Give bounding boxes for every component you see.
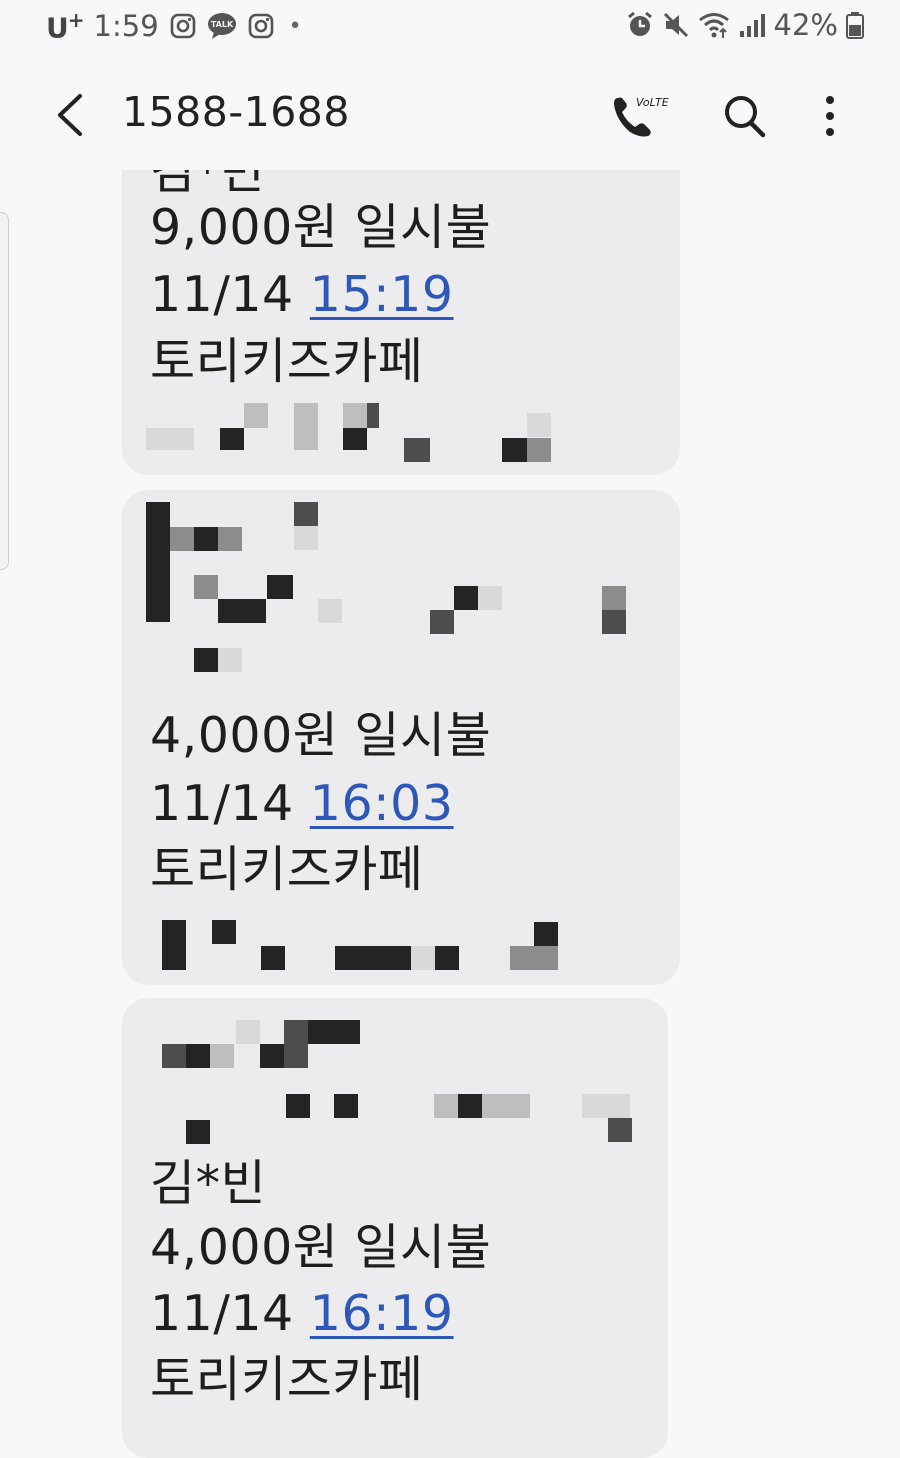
signal-icon [739, 14, 765, 37]
more-vert-icon[interactable] [812, 92, 848, 142]
alarm-icon [627, 11, 652, 36]
message-amount: 4,000원 일시불 [150, 1219, 492, 1276]
message-bubble[interactable]: 김*빈 4,000원 일시불 11/14 16:19 토리키즈카페 [122, 998, 668, 1458]
edge-panel-handle[interactable] [0, 212, 9, 570]
instagram-icon [170, 13, 195, 39]
message-amount: 4,000원 일시불 [150, 707, 492, 764]
message-merchant: 토리키즈카페 [150, 841, 424, 898]
message-merchant: 토리키즈카페 [150, 1351, 424, 1408]
message-bubble[interactable]: 4,000원 일시불 11/14 16:03 토리키즈카페 [122, 490, 680, 985]
volte-call-icon[interactable]: VoLTE [610, 90, 670, 142]
svg-text:VoLTE: VoLTE [636, 96, 669, 109]
wifi-icon [698, 13, 729, 38]
battery-percent: 42% [773, 8, 838, 42]
notification-dot-icon: • [288, 13, 302, 39]
time-link[interactable]: 16:03 [310, 775, 454, 832]
time-link[interactable]: 16:19 [310, 1285, 454, 1342]
message-datetime: 11/14 16:03 [150, 775, 454, 832]
instagram-icon [248, 13, 273, 39]
battery-icon [846, 12, 864, 39]
message-merchant: 토리키즈카페 [150, 333, 424, 390]
message-datetime: 11/14 15:19 [150, 266, 454, 323]
time-link[interactable]: 15:19 [310, 266, 454, 323]
status-bar: U+ 1:59 TALK • 42% [0, 0, 900, 56]
svg-text:TALK: TALK [210, 20, 233, 29]
search-icon[interactable] [720, 90, 770, 142]
status-time: 1:59 [93, 9, 159, 44]
conversation-title: 1588-1688 [122, 88, 350, 136]
app-bar: 1588-1688 VoLTE [0, 70, 900, 160]
message-name: 김*빈 [150, 1155, 267, 1212]
mute-icon [663, 12, 688, 38]
kakaotalk-icon: TALK [207, 13, 236, 40]
carrier-label: U+ [46, 8, 85, 45]
back-arrow-icon[interactable] [50, 90, 94, 140]
message-amount: 9,000원 일시불 [150, 199, 492, 256]
message-bubble[interactable]: 김*빈 9,000원 일시불 11/14 15:19 토리키즈카페 [122, 170, 680, 475]
message-datetime: 11/14 16:19 [150, 1285, 454, 1342]
